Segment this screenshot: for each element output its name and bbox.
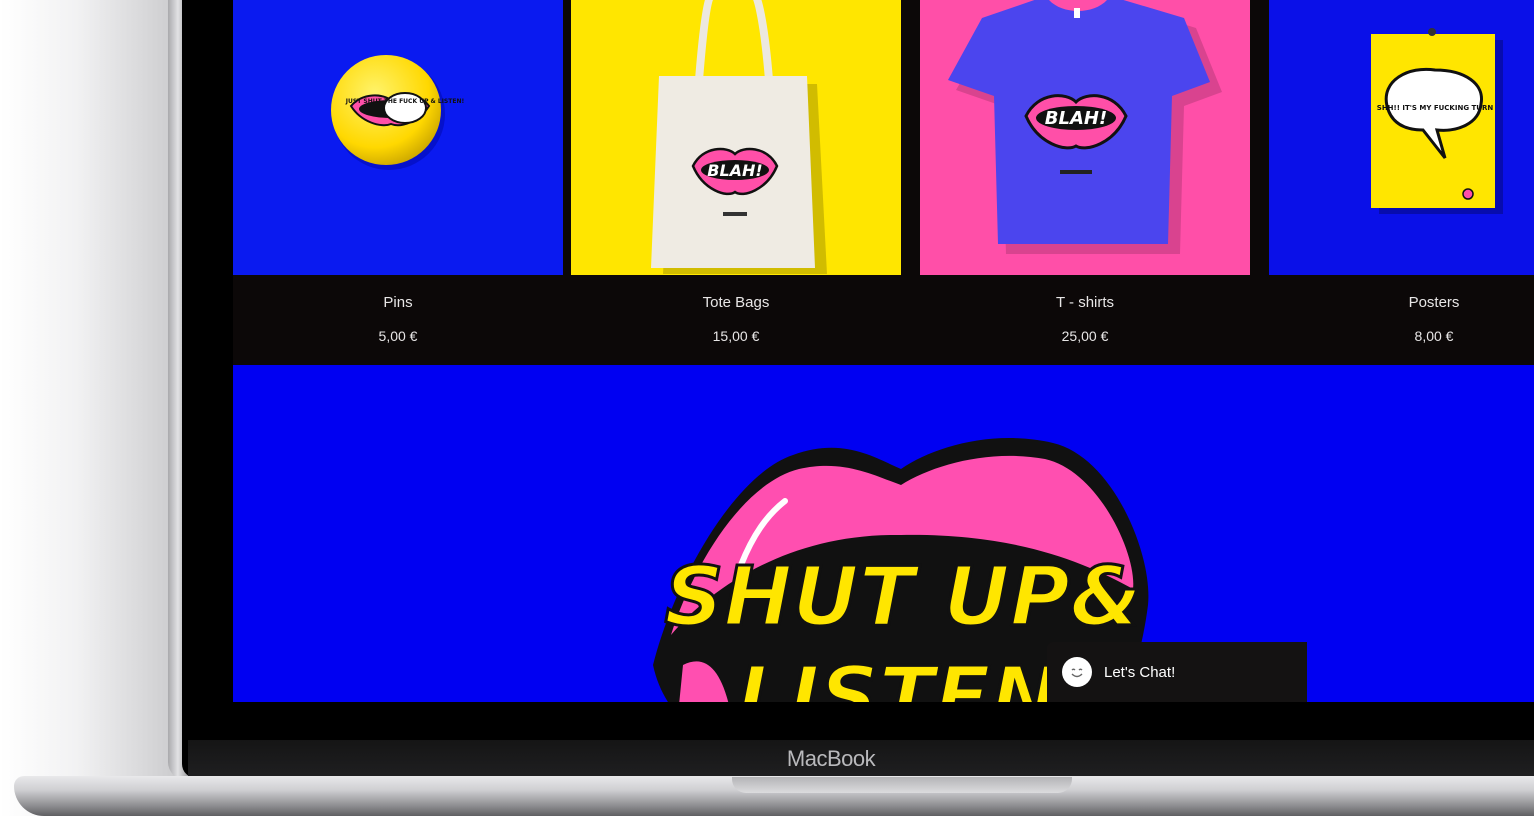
lips-illustration: SHUT UP& LISTEN — [653, 438, 1149, 702]
product-price: 5,00 € — [378, 328, 418, 344]
poster-artwork-text: SHH!! IT'S MY FUCKING TURN — [1377, 104, 1494, 112]
chat-label[interactable]: Let's Chat! — [1104, 664, 1175, 681]
background — [0, 0, 190, 816]
product-title[interactable]: T - shirts — [920, 294, 1250, 311]
product-image[interactable]: SHH!! IT'S MY FUCKING TURN — [1269, 0, 1534, 275]
product-title[interactable]: Tote Bags — [571, 294, 901, 311]
product-card-pins[interactable]: JUST SHUT THE FUCK UP & LISTEN! Pins 5,0… — [233, 0, 563, 365]
product-image[interactable]: JUST SHUT THE FUCK UP & LISTEN! — [233, 0, 563, 275]
product-title[interactable]: Posters — [1269, 294, 1534, 311]
hero-text-line1: SHUT UP& — [665, 550, 1142, 645]
pin-artwork-text: JUST SHUT THE FUCK UP & LISTEN! — [345, 98, 464, 105]
product-card-t-shirts[interactable]: BLAH! T - shirts 25,00 € — [920, 0, 1250, 365]
product-image[interactable]: BLAH! — [920, 0, 1250, 275]
hero-banner: SHUT UP& LISTEN — [233, 365, 1534, 702]
product-price: 15,00 € — [712, 328, 760, 344]
product-title[interactable]: Pins — [233, 294, 563, 311]
product-price: 8,00 € — [1414, 328, 1454, 344]
laptop-chin: MacBook — [188, 740, 1534, 778]
product-card-posters[interactable]: SHH!! IT'S MY FUCKING TURN Posters 8,00 … — [1269, 0, 1534, 365]
tote-artwork-text: BLAH! — [707, 161, 762, 180]
browser-viewport: JUST SHUT THE FUCK UP & LISTEN! Pins 5,0… — [233, 0, 1534, 702]
smiley-icon — [1062, 657, 1092, 687]
chat-widget[interactable]: Let's Chat! — [1047, 642, 1307, 702]
product-card-tote-bags[interactable]: BLAH! Tote Bags 15,00 € — [571, 0, 901, 365]
laptop-notch — [732, 777, 1072, 793]
product-image[interactable]: BLAH! — [571, 0, 901, 275]
product-price: 25,00 € — [1061, 328, 1109, 344]
tshirt-artwork-text: BLAH! — [1045, 108, 1107, 129]
product-grid: JUST SHUT THE FUCK UP & LISTEN! Pins 5,0… — [233, 0, 1534, 365]
macbook-label: MacBook — [786, 746, 876, 771]
hero-text-line2: LISTEN — [737, 650, 1059, 702]
